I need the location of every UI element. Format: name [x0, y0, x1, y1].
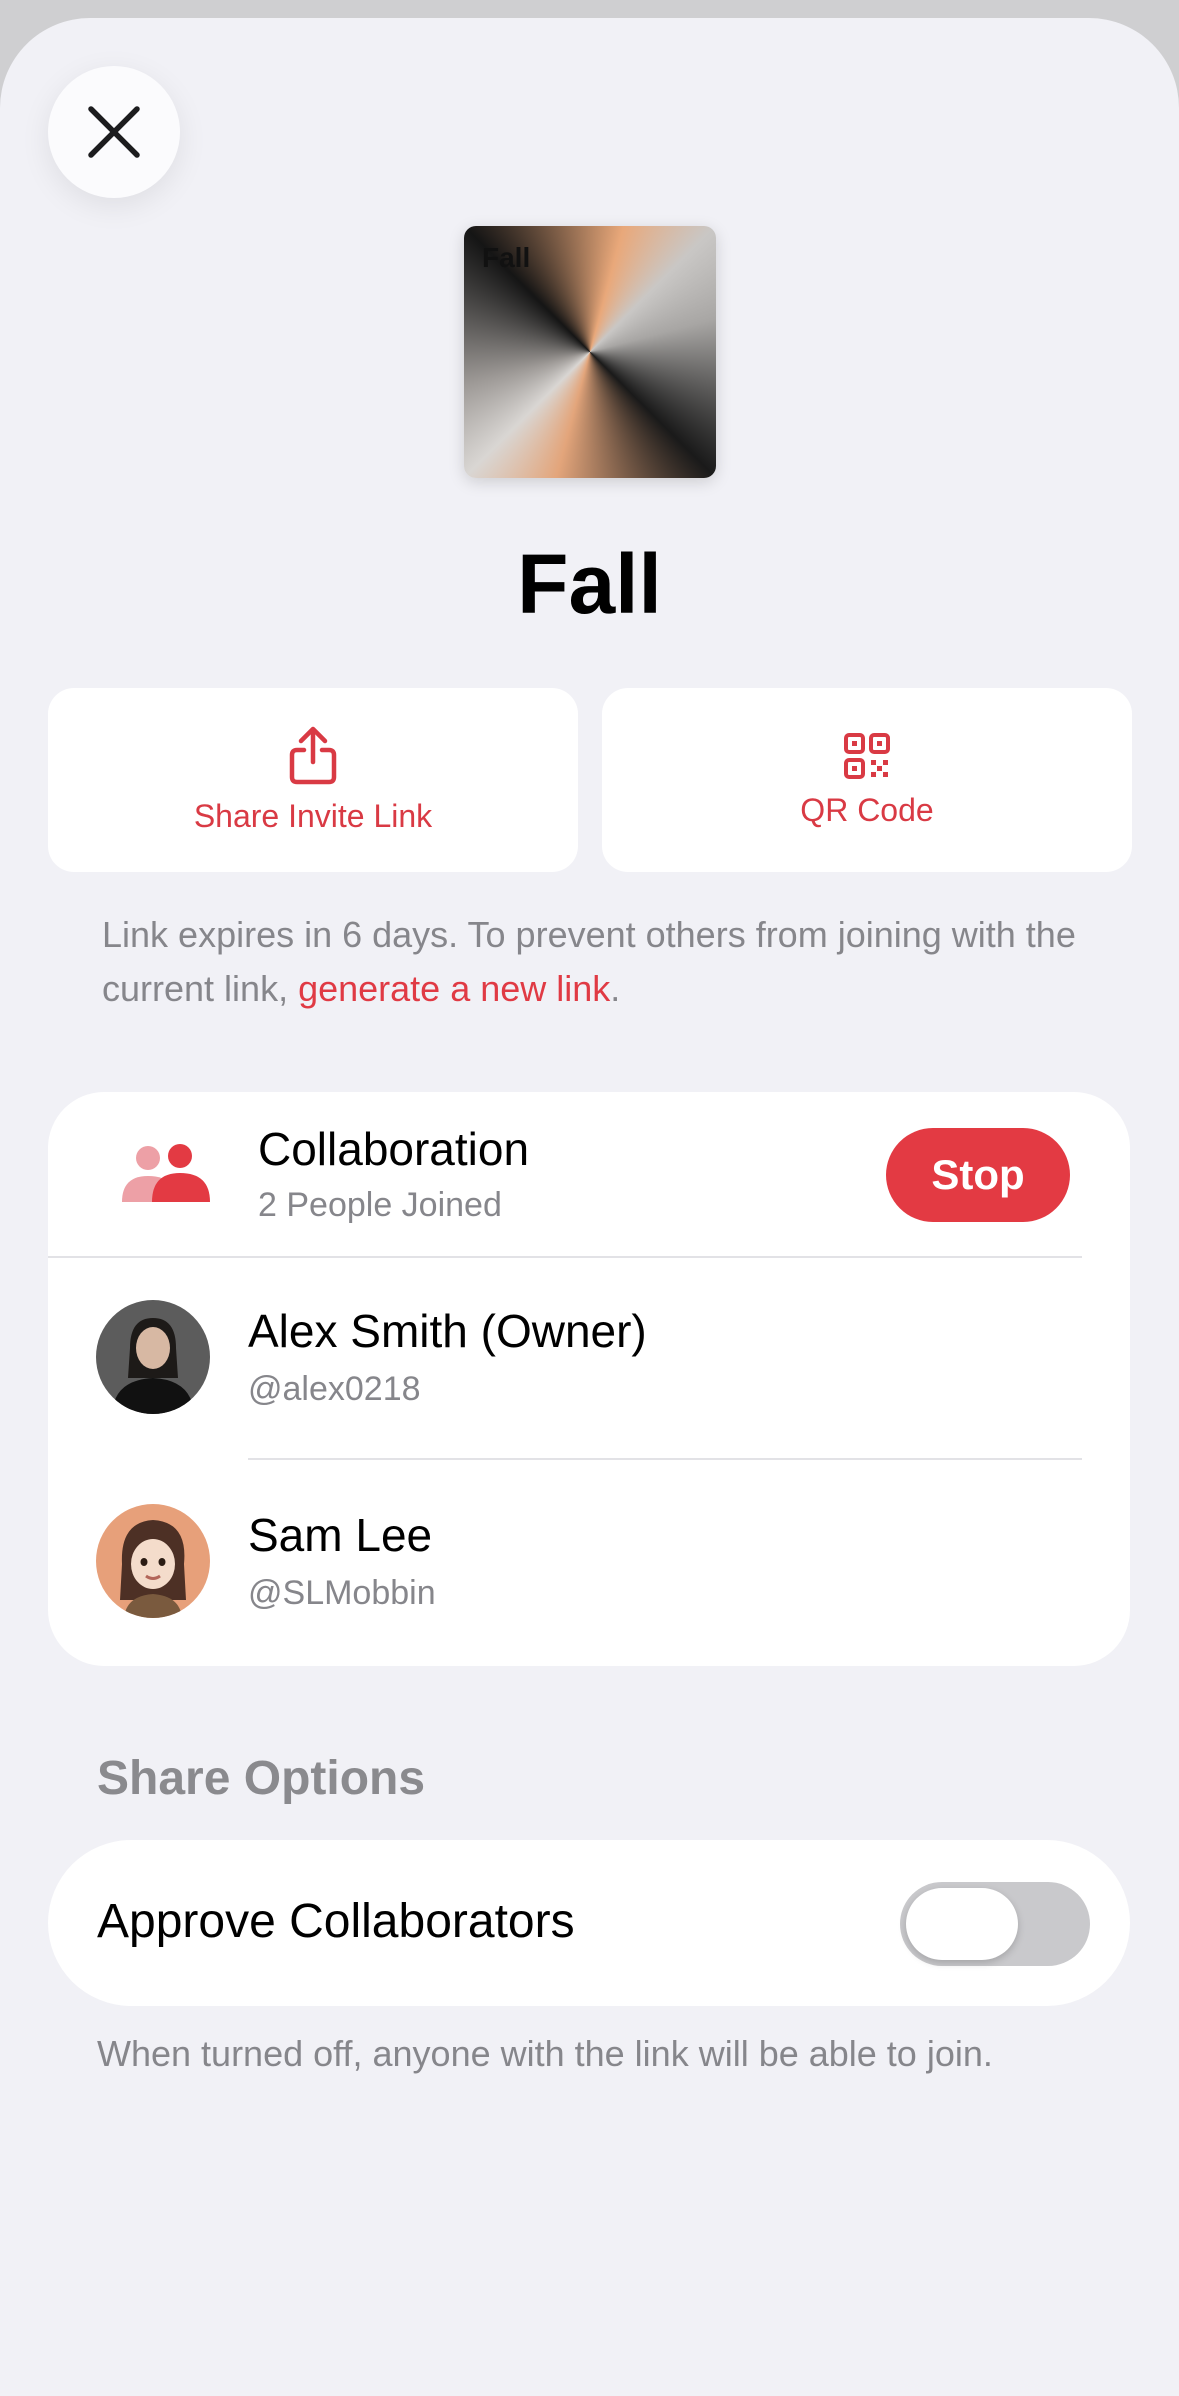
playlist-artwork: Fall	[464, 226, 716, 478]
link-expiry-suffix: .	[610, 968, 621, 1009]
approve-collaborators-label: Approve Collaborators	[97, 1895, 575, 1948]
avatar	[96, 1300, 210, 1414]
member-row[interactable]: Sam Lee @SLMobbin	[48, 1460, 1130, 1660]
member-row[interactable]: Alex Smith (Owner) @alex0218	[48, 1256, 1130, 1456]
collaboration-title: Collaboration	[258, 1123, 530, 1175]
close-icon	[88, 106, 140, 158]
close-button[interactable]	[48, 66, 180, 198]
member-handle: @alex0218	[248, 1370, 421, 1408]
member-name: Alex Smith (Owner)	[248, 1305, 647, 1357]
share-icon	[289, 726, 337, 784]
qr-code-icon	[844, 732, 890, 779]
qr-code-label: QR Code	[800, 791, 934, 828]
artwork-label: Fall	[482, 242, 531, 273]
qr-code-button[interactable]: QR Code	[602, 688, 1132, 872]
share-invite-link-button[interactable]: Share Invite Link	[48, 688, 578, 872]
member-handle: @SLMobbin	[248, 1574, 436, 1612]
stop-collaboration-button[interactable]: Stop	[886, 1128, 1070, 1222]
share-options-card: Approve Collaborators	[48, 1840, 1130, 2006]
toggle-knob	[906, 1888, 1018, 1960]
collaboration-subtitle: 2 People Joined	[258, 1186, 502, 1224]
approve-collaborators-note: When turned off, anyone with the link wi…	[97, 2033, 993, 2074]
generate-new-link[interactable]: generate a new link	[298, 968, 610, 1009]
playlist-title: Fall	[517, 537, 662, 631]
approve-collaborators-toggle[interactable]	[900, 1882, 1090, 1966]
link-expiry-note: Link expires in 6 days. To prevent other…	[102, 908, 1102, 1016]
collaboration-card: Collaboration 2 People Joined Stop Alex …	[48, 1092, 1130, 1666]
share-options-heading: Share Options	[97, 1752, 426, 1805]
member-name: Sam Lee	[248, 1509, 433, 1561]
share-invite-link-label: Share Invite Link	[193, 797, 433, 834]
collaboration-header: Collaboration 2 People Joined Stop	[48, 1092, 1130, 1256]
people-icon	[122, 1144, 210, 1202]
avatar	[96, 1504, 210, 1618]
share-sheet: Fall Fall Share Invite Link QR Code Link…	[0, 18, 1179, 2396]
